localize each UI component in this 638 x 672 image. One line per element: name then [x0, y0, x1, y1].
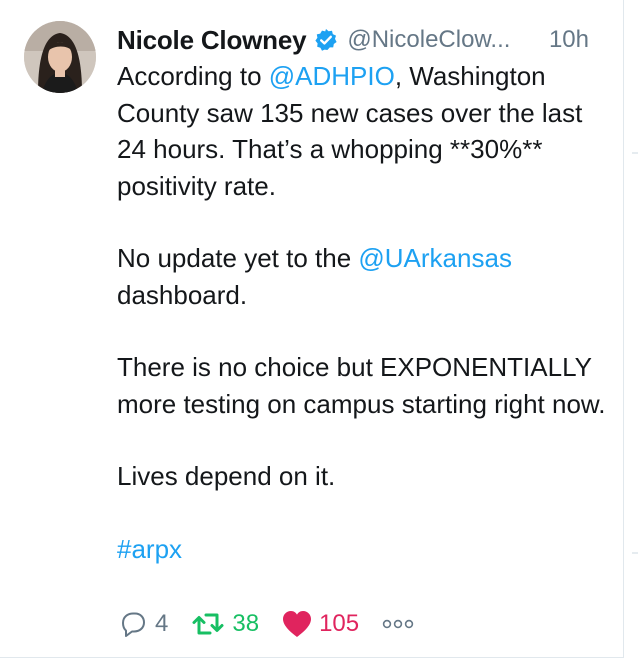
retweet-button[interactable]: 38: [190, 608, 259, 640]
tweet[interactable]: Nicole Clowney @NicoleClow... 10h Accord…: [0, 0, 624, 658]
retweet-icon: [190, 608, 226, 640]
divider-tick: [632, 552, 638, 554]
paragraph-3: There is no choice but EXPONENTIALLY mor…: [117, 352, 606, 419]
more-icon: [381, 617, 415, 631]
mention-uarkansas[interactable]: @UArkansas: [358, 243, 512, 273]
mention-adhpio[interactable]: @ADHPIO: [269, 61, 395, 91]
retweet-count: 38: [232, 610, 260, 637]
heart-icon: [281, 609, 313, 639]
reply-icon: [117, 608, 149, 640]
text-segment: No update yet to the: [117, 243, 359, 273]
paragraph-2: No update yet to the @UArkansas dashboar…: [117, 240, 617, 313]
hashtag-arpx[interactable]: #arpx: [117, 534, 182, 564]
divider-tick: [632, 152, 638, 154]
paragraph-4: Lives depend on it.: [117, 461, 336, 491]
text-segment: dashboard.: [117, 279, 248, 310]
reply-count: 4: [155, 610, 169, 637]
timestamp[interactable]: 10h: [549, 22, 589, 58]
tweet-header: Nicole Clowney @NicoleClow... 10h: [117, 22, 607, 58]
paragraph-5: #arpx: [117, 531, 617, 568]
like-count: 105: [319, 610, 360, 637]
tweet-text: According to @ADHPIO, Washington County …: [117, 58, 617, 567]
author-name[interactable]: Nicole Clowney: [117, 25, 307, 56]
author-handle[interactable]: @NicoleClow...: [347, 26, 510, 54]
avatar-photo: [24, 21, 96, 93]
tweet-actions: 4 38 105: [117, 604, 437, 644]
avatar[interactable]: [24, 21, 96, 93]
like-button[interactable]: 105: [281, 609, 359, 639]
reply-button[interactable]: 4: [117, 608, 168, 640]
more-button[interactable]: [381, 617, 415, 631]
text-segment: According to: [117, 61, 269, 91]
verified-badge-icon: [314, 28, 338, 52]
paragraph-1: According to @ADHPIO, Washington County …: [117, 58, 617, 204]
